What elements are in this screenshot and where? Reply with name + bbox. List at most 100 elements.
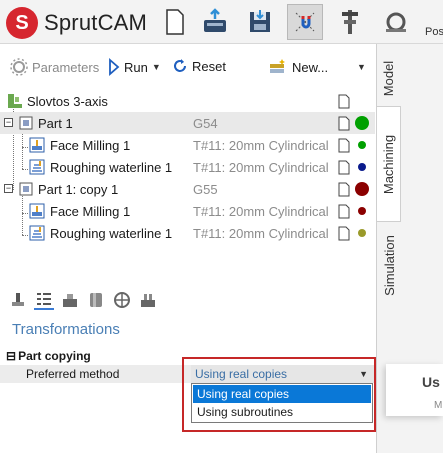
overlay-panel: Us M — [386, 364, 443, 416]
run-label: Run — [124, 59, 148, 75]
tree-item-name: Roughing waterline 1 — [50, 225, 173, 241]
tab-list-props[interactable] — [34, 290, 54, 310]
section-part-copying[interactable]: ⊟ Part copying — [6, 349, 91, 363]
document-icon[interactable] — [338, 182, 350, 197]
option-real-copies[interactable]: Using real copies — [193, 385, 371, 403]
list-icon — [37, 293, 51, 305]
tab-machining[interactable]: Machining — [377, 106, 401, 222]
sprutcam-logo-icon: S — [6, 7, 38, 39]
document-icon[interactable] — [338, 94, 350, 109]
tab-machine-props[interactable] — [8, 290, 28, 310]
tab-simulation[interactable]: Simulation — [377, 226, 401, 304]
face-milling-icon — [29, 137, 45, 153]
measure-tool-button[interactable] — [332, 4, 368, 40]
snap-toggle-button[interactable] — [287, 4, 323, 40]
selected-value: Using real copies — [195, 367, 288, 381]
document-icon[interactable] — [338, 226, 350, 241]
machine-props-icon — [12, 293, 24, 306]
tree-item-name: Face Milling 1 — [50, 203, 131, 219]
tree-row[interactable]: Face Milling 1 T#11: 20mm Cylindrical — [0, 134, 375, 156]
document-icon[interactable] — [338, 160, 350, 175]
app-title: SprutCAM — [44, 10, 148, 35]
run-button[interactable]: Run ▼ — [108, 58, 161, 76]
chevron-down-icon[interactable]: ▼ — [359, 365, 368, 383]
tree-item-info: G55 — [193, 181, 218, 197]
stock-icon — [63, 294, 77, 307]
refresh-icon — [174, 59, 186, 72]
overlay-subtext: M — [434, 400, 443, 411]
machine-name: Slovtos 3-axis — [27, 93, 108, 109]
section-label: Part copying — [18, 349, 91, 363]
reset-label: Reset — [192, 58, 226, 74]
tab-fixture-props[interactable] — [138, 290, 158, 310]
method-dropdown-list: Using real copies Using subroutines — [191, 383, 373, 423]
new-label: New... — [292, 59, 329, 75]
tree-item-name: Face Milling 1 — [50, 137, 131, 153]
inspect-button[interactable] — [378, 4, 414, 40]
face-milling-icon — [29, 203, 45, 219]
new-operation-button[interactable]: New... — [268, 58, 328, 76]
status-dot-icon[interactable] — [358, 207, 366, 215]
parameters-button[interactable]: Parameters — [10, 58, 99, 76]
overlay-text: Us — [422, 374, 440, 390]
chevron-down-icon[interactable]: ▼ — [152, 62, 161, 72]
tree-row[interactable]: − Part 1 G54 — [0, 112, 375, 134]
cylinder-icon — [90, 293, 102, 307]
tree-row[interactable]: Face Milling 1 T#11: 20mm Cylindrical — [0, 200, 375, 222]
open-button[interactable] — [197, 4, 233, 40]
part-icon — [19, 116, 33, 130]
tree-item-name: Roughing waterline 1 — [50, 159, 173, 175]
parameters-label: Parameters — [32, 59, 100, 75]
document-icon[interactable] — [338, 138, 350, 153]
new-dropdown-chevron-icon[interactable]: ▼ — [357, 62, 366, 72]
tab-model[interactable]: Model — [377, 50, 401, 106]
tree-row[interactable]: Roughing waterline 1 T#11: 20mm Cylindri… — [0, 156, 375, 178]
position-label: Pos — [425, 26, 443, 38]
new-document-button[interactable] — [157, 4, 193, 40]
properties-title: Transformations — [12, 321, 120, 338]
play-icon — [109, 58, 120, 76]
tree-item-info: T#11: 20mm Cylindrical — [193, 225, 329, 241]
document-icon[interactable] — [338, 204, 350, 219]
tree-item-info: T#11: 20mm Cylindrical — [193, 203, 329, 219]
fixture-icon — [141, 294, 155, 307]
tree-row[interactable]: Roughing waterline 1 T#11: 20mm Cylindri… — [0, 222, 375, 244]
option-subroutines[interactable]: Using subroutines — [193, 403, 371, 421]
preferred-method-select[interactable]: Using real copies ▼ — [191, 365, 374, 383]
tab-tool-props[interactable] — [112, 290, 132, 310]
measure-icon — [386, 12, 406, 32]
top-toolbar: S SprutCAM Pos — [0, 0, 443, 44]
waterline-icon — [29, 225, 45, 241]
machine-icon — [8, 94, 22, 108]
status-dot-icon[interactable] — [358, 163, 366, 171]
caliper-icon — [342, 10, 358, 34]
status-dot-icon[interactable] — [358, 141, 366, 149]
new-item-icon — [270, 59, 285, 73]
status-dot-icon[interactable] — [355, 116, 369, 130]
tree-item-info: T#11: 20mm Cylindrical — [193, 137, 329, 153]
magnet-snap-icon — [295, 12, 315, 32]
status-dot-icon[interactable] — [355, 182, 369, 196]
new-document-icon — [166, 9, 184, 35]
tree-row[interactable]: − Part 1: copy 1 G55 — [0, 178, 375, 200]
tree-item-info: G54 — [193, 115, 218, 131]
collapse-icon[interactable]: − — [4, 118, 13, 127]
gear-icon — [10, 58, 28, 76]
property-tab-bar — [8, 290, 158, 312]
waterline-icon — [29, 159, 45, 175]
status-dot-icon[interactable] — [358, 229, 366, 237]
save-icon — [250, 10, 270, 32]
tree-item-info: T#11: 20mm Cylindrical — [193, 159, 329, 175]
collapse-icon[interactable]: − — [4, 184, 13, 193]
part-icon — [19, 182, 33, 196]
tab-stock-props[interactable] — [60, 290, 80, 310]
tree-item-name: Part 1: copy 1 — [38, 181, 119, 197]
document-icon[interactable] — [338, 116, 350, 131]
open-disk-icon — [204, 8, 226, 32]
tree-root-machine[interactable]: Slovtos 3-axis — [0, 90, 375, 112]
reset-button[interactable]: Reset — [172, 58, 226, 74]
collapse-section-icon[interactable]: ⊟ — [6, 349, 16, 363]
save-button[interactable] — [242, 4, 278, 40]
tab-cylinder-props[interactable] — [86, 290, 106, 310]
tree-item-name: Part 1 — [38, 115, 73, 131]
